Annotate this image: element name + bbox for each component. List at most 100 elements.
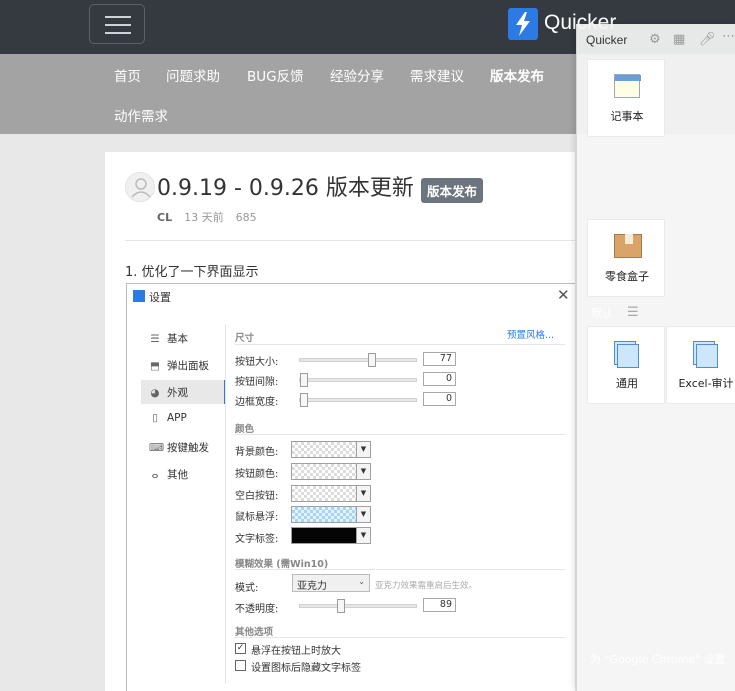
qr-code-icon[interactable]: ▦ xyxy=(673,32,685,47)
border-width-slider xyxy=(299,393,417,407)
chevron-down-icon: ▼ xyxy=(356,463,371,480)
hover-color-picker: ▼ xyxy=(291,506,371,523)
bike-icon: ⴰ xyxy=(151,469,159,481)
button-size-label: 按钮大小: xyxy=(235,357,279,368)
avatar[interactable] xyxy=(125,172,155,202)
settings-menu-basic: ☰ 基本 xyxy=(149,331,188,346)
quicker-small-icon xyxy=(133,290,145,302)
settings-menu-popup: ⬒ 弹出面板 xyxy=(149,358,209,373)
nav-bug[interactable]: BUG反馈 xyxy=(247,65,304,85)
button-gap-slider xyxy=(299,373,417,387)
slider-thumb xyxy=(300,393,308,407)
empty-button-color-picker: ▼ xyxy=(291,485,371,502)
hamburger-icon-bar xyxy=(105,24,131,26)
post-step-text: 1. 优化了一下界面显示 xyxy=(125,265,259,280)
settings-menu-label: 弹出面板 xyxy=(167,360,209,372)
section-blur: 模糊效果 (需Win10) xyxy=(235,559,329,570)
slider-thumb xyxy=(300,373,308,387)
hide-label-checkbox xyxy=(235,660,246,671)
section-label: 默认 xyxy=(591,307,613,320)
section-other: 其他选项 xyxy=(235,627,274,638)
phone-icon: ▯ xyxy=(152,412,158,424)
nav-experience[interactable]: 经验分享 xyxy=(330,65,384,85)
quicker-panel: Quicker ⚙ ▦ 🎤︎ ⋯ 记事本 零食盒子 默认 ☰ 通用 Excel-… xyxy=(576,24,735,691)
tile-label: 零食盒子 xyxy=(605,270,649,283)
view-count: 685 xyxy=(235,211,257,224)
palette-icon: ◕ xyxy=(150,387,160,399)
author-name[interactable]: CL xyxy=(157,211,172,224)
zoom-on-hover-label: 悬浮在按钮上时放大 xyxy=(251,646,341,657)
opacity-value: 89 xyxy=(423,598,456,612)
text-label-color-picker: ▼ xyxy=(291,527,371,544)
button-gap-value: 0 xyxy=(423,372,456,386)
settings-menu-label: 外观 xyxy=(167,387,188,399)
zoom-on-hover-checkbox: ✓ xyxy=(235,643,246,654)
post-time: 13 天前 xyxy=(184,211,224,224)
action-tile-snack-box[interactable]: 零食盒子 xyxy=(587,219,665,297)
settings-menu-label: 按键触发 xyxy=(167,442,209,454)
post-title: 0.9.19 - 0.9.26 版本更新 xyxy=(157,176,414,201)
settings-window-screenshot: 设置 ✕ ☰ 基本 ⬒ 弹出面板 ◕ 外观 ▯ APP ⌨ 按键触发 ⴰ 其他 尺寸 预置风… xyxy=(126,283,575,691)
action-tile-notepad[interactable]: 记事本 xyxy=(587,59,665,137)
action-tile-excel-audit[interactable]: Excel-审计 xyxy=(666,326,735,404)
notepad-icon xyxy=(614,74,641,98)
category-badge[interactable]: 版本发布 xyxy=(421,178,484,203)
blur-mode-select: 亚克力 ⌄ xyxy=(292,574,370,592)
tile-label: 记事本 xyxy=(610,110,644,123)
opacity-label: 不透明度: xyxy=(235,604,279,615)
divider xyxy=(225,324,226,684)
keyboard-icon: ⌨ xyxy=(149,442,165,454)
hover-color-label: 鼠标悬浮: xyxy=(235,512,279,523)
border-width-value: 0 xyxy=(423,392,456,406)
opacity-slider xyxy=(299,599,417,613)
tile-label: 通用 xyxy=(616,377,638,390)
hamburger-icon xyxy=(105,16,131,18)
microphone-icon[interactable]: 🎤︎ xyxy=(699,32,716,47)
slider-thumb xyxy=(368,353,376,367)
window-icon-front xyxy=(617,344,639,368)
button-gap-label: 按钮间隙: xyxy=(235,377,279,388)
chevron-down-icon: ⌄ xyxy=(358,577,365,586)
quicker-logo-icon[interactable] xyxy=(508,8,538,40)
settings-menu-label: 基本 xyxy=(167,333,188,345)
chevron-down-icon: ▼ xyxy=(356,527,371,544)
divider xyxy=(235,637,565,638)
mode-label: 模式: xyxy=(235,583,259,594)
hamburger-icon-bar xyxy=(105,32,131,34)
nav-help[interactable]: 问题求助 xyxy=(166,65,220,85)
chevron-down-icon: ▼ xyxy=(356,441,371,458)
nav-release[interactable]: 版本发布 xyxy=(490,65,544,85)
more-icon[interactable]: ⋯ xyxy=(722,29,735,44)
context-settings-link[interactable]: 为 "Google Chrome" 设置 xyxy=(590,651,726,667)
user-icon xyxy=(131,178,151,198)
menu-toggle-button[interactable] xyxy=(89,4,145,44)
nav-action-request[interactable]: 动作需求 xyxy=(114,105,168,125)
nav-suggestion[interactable]: 需求建议 xyxy=(410,65,464,85)
popup-icon: ⬒ xyxy=(150,360,160,372)
tile-label: Excel-审计 xyxy=(678,377,734,390)
action-tile-general[interactable]: 通用 xyxy=(587,326,665,404)
gear-icon[interactable]: ⚙ xyxy=(649,32,661,47)
nav-home[interactable]: 首页 xyxy=(114,65,141,85)
border-width-label: 边框宽度: xyxy=(235,397,279,408)
section-size: 尺寸 xyxy=(235,333,255,344)
chevron-down-icon: ▼ xyxy=(356,506,371,523)
list-icon[interactable]: ☰ xyxy=(627,305,639,320)
hide-label-label: 设置图标后隐藏文字标签 xyxy=(251,663,361,674)
window-icon-front xyxy=(696,344,718,368)
slider-thumb xyxy=(337,599,345,613)
settings-menu-app: ▯ APP xyxy=(149,412,187,424)
sliders-icon: ☰ xyxy=(150,333,160,345)
settings-menu-label: 其他 xyxy=(167,469,188,481)
text-label-color-label: 文字标签: xyxy=(235,534,279,545)
button-size-slider xyxy=(299,353,417,367)
section-color: 颜色 xyxy=(235,424,255,435)
divider xyxy=(125,240,575,241)
window-icon xyxy=(614,341,640,369)
divider xyxy=(235,434,565,435)
button-color-label: 按钮颜色: xyxy=(235,469,279,480)
bg-color-label: 背景颜色: xyxy=(235,447,279,458)
settings-title: 设置 xyxy=(149,291,171,304)
settings-menu-other: ⴰ 其他 xyxy=(149,467,188,482)
empty-button-label: 空白按钮: xyxy=(235,491,279,502)
